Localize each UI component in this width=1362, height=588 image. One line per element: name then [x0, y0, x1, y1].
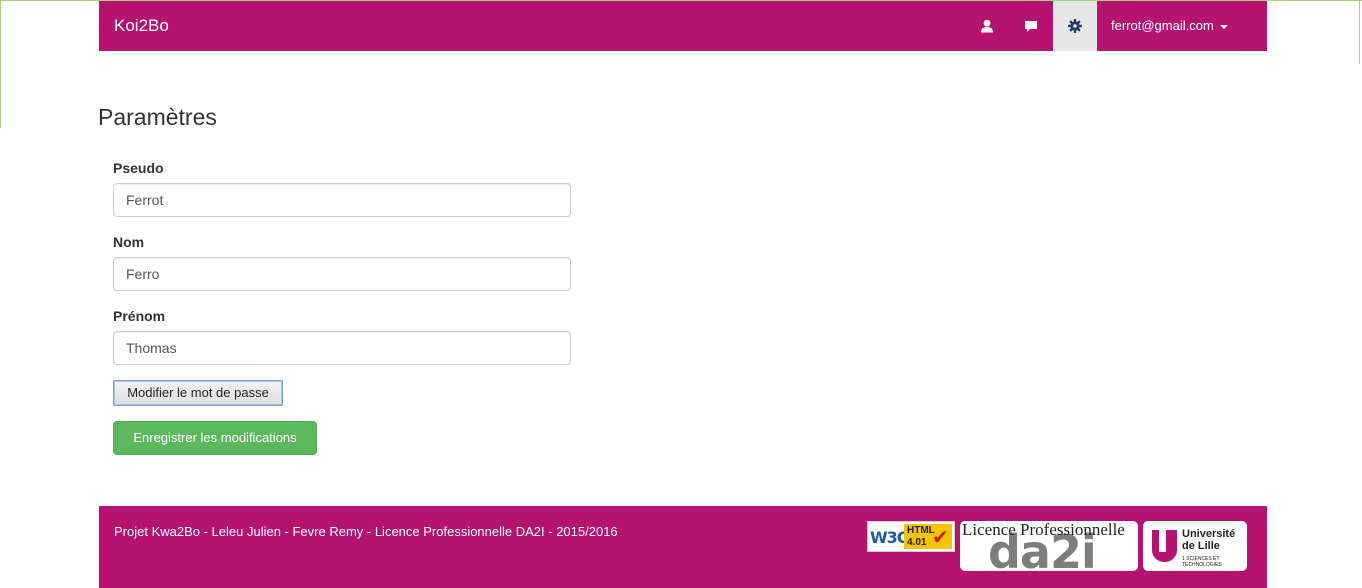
prenom-label: Prénom: [113, 308, 166, 324]
lille-name-line-2: de Lille: [1182, 540, 1220, 552]
user-icon: [980, 19, 994, 33]
change-password-button[interactable]: Modifier le mot de passe: [113, 380, 283, 406]
gear-icon: [1068, 19, 1082, 33]
prenom-input[interactable]: [113, 331, 571, 365]
comment-icon: [1024, 20, 1038, 33]
footer: Projet Kwa2Bo - Leleu Julien - Fevre Rem…: [99, 506, 1267, 588]
navbar: Koi2Bo ferrot@gmail.com: [99, 1, 1267, 51]
da2i-logo-caption: Licence Professionnelle: [962, 521, 1125, 539]
pseudo-input[interactable]: [113, 183, 571, 217]
lille-emblem-icon: [1152, 530, 1177, 562]
account-email: ferrot@gmail.com: [1111, 18, 1214, 33]
right-border-line: [1359, 0, 1360, 64]
pseudo-label: Pseudo: [113, 160, 164, 176]
lille-logo-subtitle: 1 SCIENCES ET TECHNOLOGIES: [1182, 556, 1222, 568]
checkmark-icon: ✔: [932, 527, 949, 549]
profile-nav-button[interactable]: [965, 1, 1009, 51]
universite-lille-logo[interactable]: Université de Lille 1 SCIENCES ET TECHNO…: [1143, 521, 1247, 571]
lille-logo-name: Université de Lille: [1182, 528, 1235, 552]
nom-label: Nom: [113, 234, 145, 250]
left-border-line: [0, 0, 1, 128]
da2i-logo[interactable]: da2i Licence Professionnelle: [960, 521, 1138, 571]
lille-name-line-1: Université: [1182, 528, 1236, 540]
save-button[interactable]: Enregistrer les modifications: [113, 421, 317, 455]
w3c-logo-text: W3C: [870, 528, 909, 547]
page-title: Paramètres: [98, 104, 217, 130]
brand-link[interactable]: Koi2Bo: [114, 1, 169, 51]
messages-nav-button[interactable]: [1009, 1, 1053, 51]
nom-input[interactable]: [113, 257, 571, 291]
account-dropdown[interactable]: ferrot@gmail.com: [1097, 1, 1267, 51]
footer-credits: Projet Kwa2Bo - Leleu Julien - Fevre Rem…: [114, 524, 618, 539]
caret-down-icon: [1219, 24, 1228, 29]
w3c-html-badge[interactable]: W3C HTML 4.01 ✔: [867, 521, 955, 552]
settings-nav-button[interactable]: [1053, 1, 1097, 51]
